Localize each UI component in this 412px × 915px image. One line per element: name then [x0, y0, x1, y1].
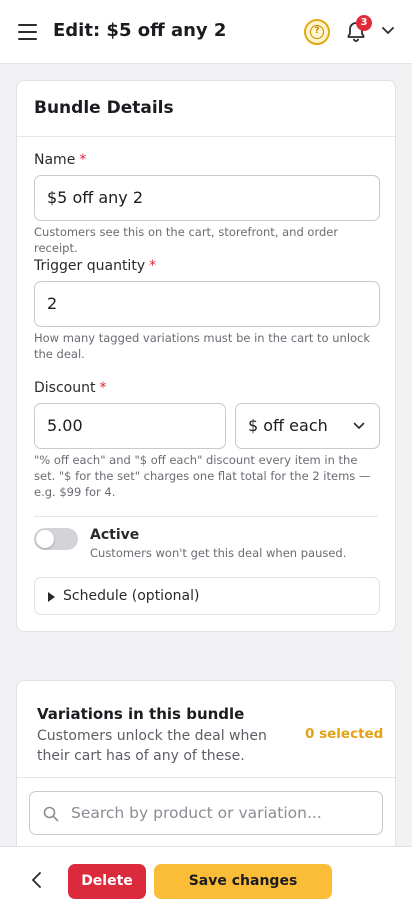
name-input[interactable]: $5 off any 2 [34, 175, 380, 221]
trigger-label-text: Trigger quantity [34, 258, 146, 274]
app-header: Edit: $5 off any 2 ? 3 [0, 0, 412, 64]
active-help-text: Customers won't get this deal when pause… [90, 546, 347, 560]
search-icon [43, 806, 59, 822]
divider [17, 136, 395, 137]
trigger-quantity-label: Trigger quantity * [34, 258, 156, 274]
active-label: Active [90, 527, 140, 543]
notification-badge: 3 [356, 15, 372, 31]
divider [34, 516, 378, 517]
discount-help-text: "% off each" and "$ off each" discount e… [34, 453, 371, 499]
action-bar: Delete Save changes [0, 846, 412, 915]
hamburger-menu-icon[interactable] [18, 24, 37, 40]
help-glyph: ? [310, 25, 324, 39]
caret-right-icon [48, 592, 55, 602]
page-title: Edit: $5 off any 2 [53, 20, 227, 41]
chevron-down-icon [353, 422, 365, 429]
toggle-knob [36, 530, 54, 548]
trigger-quantity-input[interactable]: 2 [34, 281, 380, 327]
required-mark: * [149, 258, 157, 274]
discount-type-value: $ off each [248, 416, 328, 435]
variations-subtitle: Customers unlock the deal when their car… [37, 728, 267, 764]
card-title: Bundle Details [34, 98, 174, 118]
trigger-help-text: How many tagged variations must be in th… [34, 331, 371, 361]
selected-count: 0 selected [305, 726, 384, 742]
bundle-details-card: Bundle Details Name * $5 off any 2 Custom… [16, 80, 396, 632]
name-label-text: Name [34, 152, 76, 168]
active-toggle[interactable] [34, 528, 78, 550]
name-label: Name * [34, 152, 86, 168]
search-placeholder: Search by product or variation... [71, 804, 322, 822]
discount-type-select[interactable]: $ off each [235, 403, 380, 449]
save-changes-button[interactable]: Save changes [154, 864, 332, 899]
delete-button[interactable]: Delete [68, 864, 146, 899]
chevron-down-icon[interactable] [381, 26, 395, 36]
discount-label-text: Discount [34, 380, 96, 396]
discount-label: Discount * [34, 380, 106, 396]
back-chevron-icon[interactable] [26, 869, 48, 891]
required-mark: * [79, 152, 87, 168]
variations-title: Variations in this bundle [37, 705, 245, 723]
variation-search-input[interactable]: Search by product or variation... [29, 791, 383, 835]
name-help-text: Customers see this on the cart, storefro… [34, 225, 339, 255]
discount-amount-input[interactable]: 5.00 [34, 403, 226, 449]
divider [17, 777, 395, 778]
schedule-disclosure[interactable]: Schedule (optional) [34, 577, 380, 615]
required-mark: * [99, 380, 107, 396]
help-icon[interactable]: ? [304, 19, 330, 45]
schedule-label: Schedule (optional) [63, 588, 200, 604]
